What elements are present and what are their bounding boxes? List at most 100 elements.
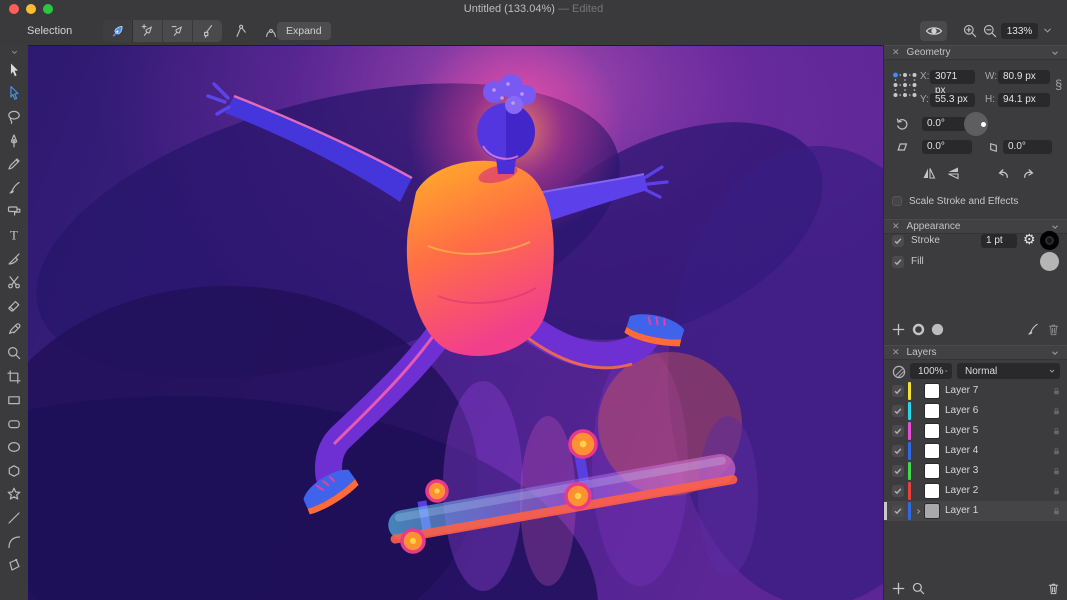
rotate-right-button[interactable] [1020, 165, 1038, 181]
zoom-tool[interactable] [3, 341, 25, 365]
layer-row[interactable]: Layer 2 [884, 481, 1067, 501]
flip-vertical-button[interactable] [944, 165, 962, 181]
shear-h-field[interactable]: 0.0° [922, 140, 972, 154]
star-tool[interactable] [3, 483, 25, 507]
flip-horizontal-button[interactable] [920, 165, 938, 181]
brush-icon[interactable] [1024, 321, 1040, 337]
lock-icon[interactable] [1051, 485, 1062, 500]
text-tool[interactable]: T [3, 223, 25, 247]
lock-icon[interactable] [1051, 425, 1062, 440]
layer-name[interactable]: Layer 4 [945, 441, 978, 461]
stroke-width-field[interactable]: 1 pt [981, 234, 1017, 248]
add-style-button[interactable] [890, 321, 906, 337]
stroke-style-icon[interactable] [910, 321, 926, 337]
lock-icon[interactable] [1051, 445, 1062, 460]
lasso-tool[interactable] [3, 105, 25, 129]
layer-name[interactable]: Layer 1 [945, 501, 978, 521]
artboard-tool[interactable] [3, 365, 25, 389]
layer-row[interactable]: Layer 4 [884, 441, 1067, 461]
knife-tool[interactable] [3, 247, 25, 271]
search-layers-button[interactable] [910, 580, 926, 596]
w-value-field[interactable]: 80.9 px [998, 70, 1050, 84]
rectangle-tool[interactable] [3, 388, 25, 412]
fill-style-icon[interactable] [929, 321, 945, 337]
zoom-level-field[interactable]: 133% [1001, 23, 1038, 39]
layer-thumbnail[interactable] [925, 444, 939, 458]
zoom-dropdown-caret[interactable] [1042, 25, 1053, 39]
layer-visibility-checkbox[interactable] [892, 405, 904, 417]
h-value-field[interactable]: 94.1 px [998, 93, 1050, 107]
lock-icon[interactable] [1051, 505, 1062, 520]
layer-thumbnail[interactable] [925, 384, 939, 398]
layer-visibility-checkbox[interactable] [892, 505, 904, 517]
scissors-tool[interactable] [3, 270, 25, 294]
chevron-down-icon[interactable] [1050, 348, 1060, 358]
rounded-rectangle-tool[interactable] [3, 412, 25, 436]
line-tool[interactable] [3, 506, 25, 530]
y-value-field[interactable]: 55.3 px [930, 93, 975, 107]
polygon-tool[interactable] [3, 459, 25, 483]
layer-row[interactable]: Layer 1 [884, 501, 1067, 521]
move-tool[interactable] [3, 58, 25, 82]
stroke-visibility-checkbox[interactable] [892, 235, 904, 247]
zoom-in-button[interactable] [962, 23, 978, 39]
layer-row[interactable]: Layer 7 [884, 381, 1067, 401]
layer-name[interactable]: Layer 6 [945, 401, 978, 421]
eyedropper-tool[interactable] [3, 318, 25, 342]
blend-mode-dropdown[interactable]: Normal [957, 363, 1060, 379]
rotate-left-button[interactable] [994, 165, 1012, 181]
preview-eye-button[interactable] [920, 21, 947, 41]
scale-stroke-checkbox[interactable] [892, 196, 902, 206]
sharp-node-button[interactable] [228, 20, 254, 42]
stroke-color-swatch[interactable] [1040, 231, 1059, 250]
collapse-chevron-icon[interactable] [9, 46, 20, 58]
link-dimensions-icon[interactable]: § [1055, 77, 1062, 92]
delete-layer-button[interactable] [1045, 580, 1061, 596]
zoom-out-button[interactable] [982, 23, 998, 39]
layer-visibility-checkbox[interactable] [892, 485, 904, 497]
pencil-tool[interactable] [3, 152, 25, 176]
fill-color-swatch[interactable] [1040, 252, 1059, 271]
opacity-icon[interactable] [890, 363, 907, 380]
trash-icon[interactable] [1045, 321, 1061, 337]
canvas[interactable] [28, 45, 883, 600]
remove-anchor-pen-button[interactable] [163, 20, 193, 42]
chevron-down-icon[interactable] [1050, 222, 1060, 232]
shear-v-field[interactable]: 0.0° [1003, 140, 1052, 154]
lock-icon[interactable] [1051, 385, 1062, 400]
pen-tool[interactable] [3, 129, 25, 153]
roller-tool[interactable] [3, 200, 25, 224]
layer-thumbnail[interactable] [925, 404, 939, 418]
pen-tool-button[interactable] [103, 20, 133, 42]
ellipse-tool[interactable] [3, 436, 25, 460]
lock-icon[interactable] [1051, 405, 1062, 420]
add-layer-button[interactable] [890, 580, 906, 596]
layer-row[interactable]: Layer 6 [884, 401, 1067, 421]
appearance-section-header[interactable]: ✕ Appearance [884, 219, 1067, 234]
lock-icon[interactable] [1051, 465, 1062, 480]
direct-selection-tool[interactable] [3, 82, 25, 106]
layer-name[interactable]: Layer 7 [945, 381, 978, 401]
layer-thumbnail[interactable] [925, 504, 939, 518]
x-value-field[interactable]: 3071 px [930, 70, 975, 84]
close-icon[interactable]: ✕ [892, 48, 900, 57]
brush-tool[interactable] [3, 176, 25, 200]
layer-opacity-dropdown[interactable]: 100% [910, 363, 952, 379]
layers-section-header[interactable]: ✕ Layers [884, 345, 1067, 360]
fill-visibility-checkbox[interactable] [892, 256, 904, 268]
expand-button[interactable]: Expand [277, 22, 331, 40]
arc-tool[interactable] [3, 530, 25, 554]
chevron-down-icon[interactable] [1050, 48, 1060, 58]
layer-visibility-checkbox[interactable] [892, 425, 904, 437]
eraser-tool[interactable] [3, 294, 25, 318]
layer-thumbnail[interactable] [925, 464, 939, 478]
close-icon[interactable]: ✕ [892, 222, 900, 231]
layer-name[interactable]: Layer 5 [945, 421, 978, 441]
chevron-right-icon[interactable] [914, 505, 924, 517]
layer-visibility-checkbox[interactable] [892, 385, 904, 397]
layer-row[interactable]: Layer 5 [884, 421, 1067, 441]
gear-icon[interactable]: ⚙ [1023, 231, 1036, 248]
close-icon[interactable]: ✕ [892, 348, 900, 357]
layer-row[interactable]: Layer 3 [884, 461, 1067, 481]
freeform-tool[interactable] [3, 553, 25, 577]
